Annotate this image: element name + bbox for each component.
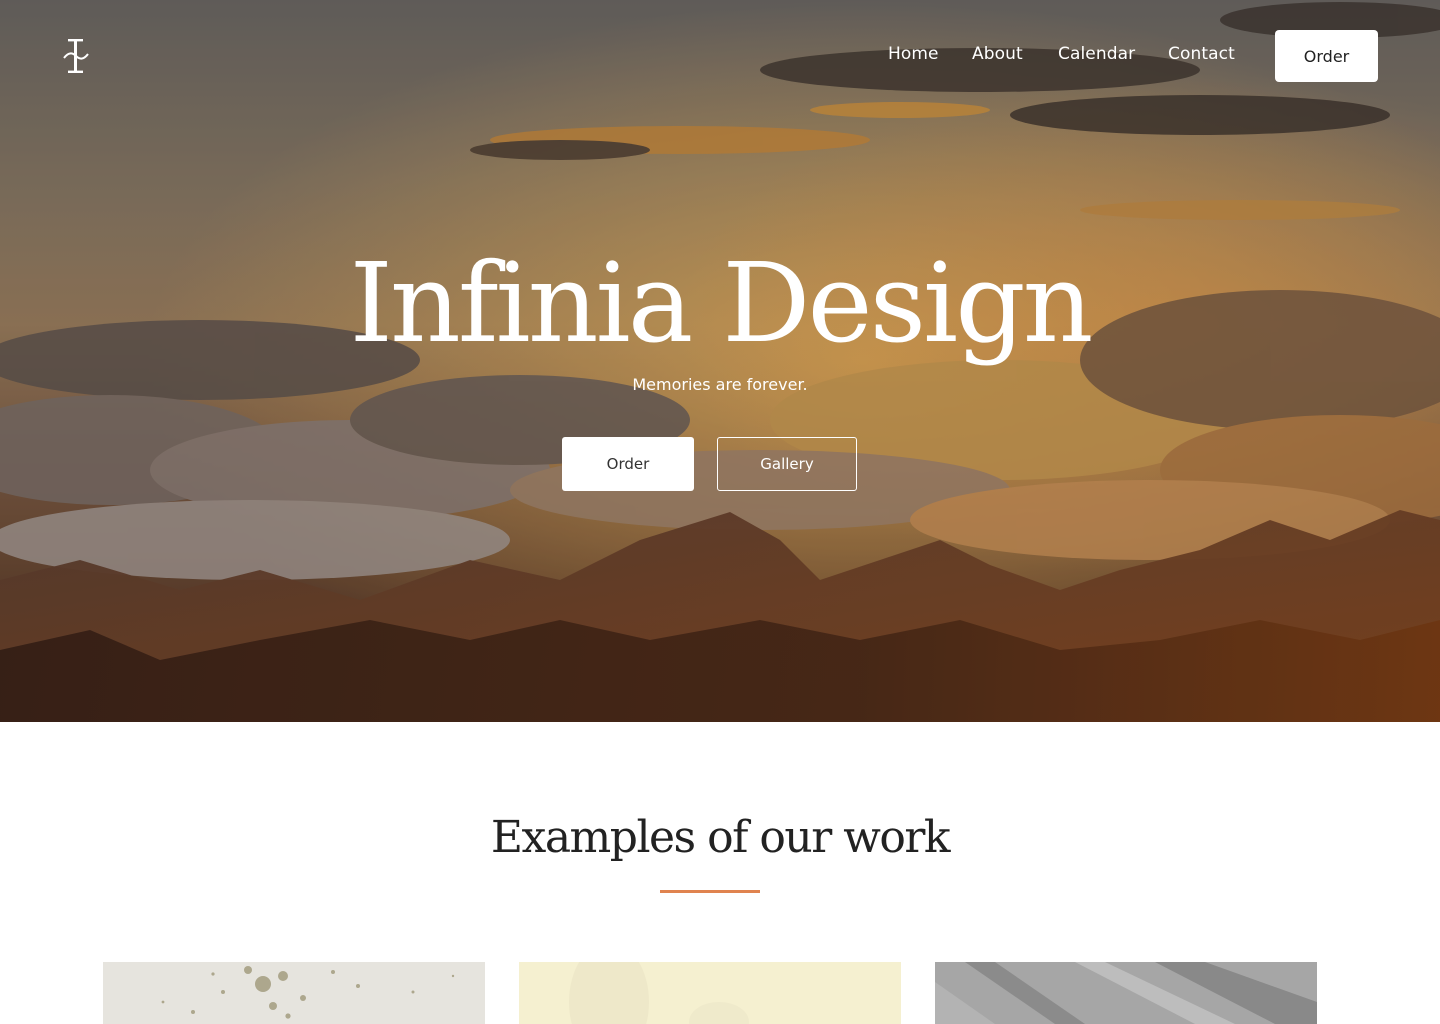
hero-order-button[interactable]: Order [562, 437, 694, 491]
hero-gallery-button[interactable]: Gallery [717, 437, 857, 491]
examples-title-underline [660, 890, 760, 893]
nav-link-about[interactable]: About [972, 44, 1023, 64]
nav-order-button[interactable]: Order [1275, 30, 1378, 82]
example-card-1[interactable] [103, 962, 485, 1024]
example-card-2[interactable] [519, 962, 901, 1024]
examples-title: Examples of our work [490, 812, 951, 863]
grey-fabric-image [935, 962, 1317, 1024]
hero-subtitle: Memories are forever. [632, 375, 808, 394]
nav-link-calendar[interactable]: Calendar [1058, 44, 1135, 64]
watercolor-splatter-image [103, 962, 485, 1024]
example-card-3[interactable] [935, 962, 1317, 1024]
nav-link-home[interactable]: Home [888, 44, 939, 64]
nav-link-contact[interactable]: Contact [1168, 44, 1235, 64]
hero-title: Infinia Design [349, 239, 1094, 367]
yellow-paper-image [519, 962, 901, 1024]
hero-section: Home About Calendar Contact Order Infini… [0, 0, 1440, 722]
main-nav: Home About Calendar Contact [0, 44, 1440, 68]
